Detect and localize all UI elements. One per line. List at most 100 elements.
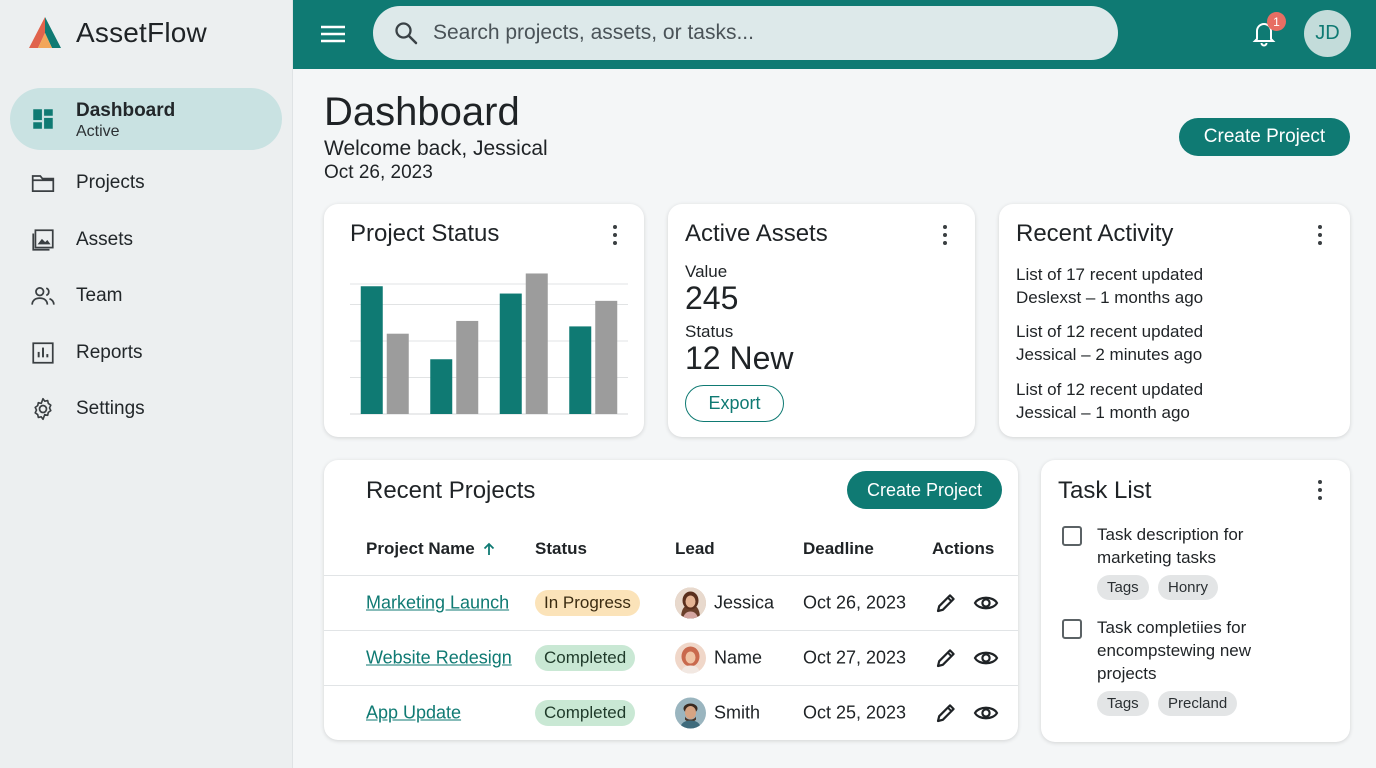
status-badge: Completed (535, 645, 636, 671)
export-button[interactable]: Export (685, 385, 784, 422)
more-options-icon[interactable] (940, 223, 950, 247)
table-row: Marketing Launch In Progress Jessica Oct… (324, 575, 1018, 630)
notification-count-badge: 1 (1267, 12, 1286, 31)
sidebar-item-label: Assets (76, 229, 134, 250)
lead-name: Name (714, 647, 763, 668)
sidebar-item-label: Settings (76, 398, 145, 419)
view-eye-icon[interactable] (973, 700, 999, 726)
chart-bar-1-series-2[interactable] (386, 333, 409, 414)
status-badge: In Progress (535, 590, 640, 616)
user-avatar[interactable]: JD (1304, 10, 1351, 57)
status-value: 12 New (685, 340, 794, 376)
hamburger-menu-icon[interactable] (319, 20, 347, 48)
column-header-lead[interactable]: Lead (675, 539, 715, 559)
column-header-actions: Actions (932, 539, 995, 558)
activity-text: List of 12 recent updated (1016, 322, 1204, 341)
activity-text: List of 17 recent updated (1016, 265, 1204, 284)
lead-avatar (675, 697, 706, 729)
task-checkbox[interactable] (1062, 619, 1082, 639)
sidebar-item-dashboard[interactable]: Dashboard Active (10, 88, 282, 150)
lead-avatar (675, 587, 706, 619)
folder-icon (31, 175, 55, 192)
task-tag[interactable]: Honry (1158, 575, 1219, 600)
sidebar-item-team[interactable]: Team (10, 265, 282, 327)
edit-pencil-icon[interactable] (933, 590, 959, 616)
chart-bar-3-series-2[interactable] (525, 273, 548, 414)
active-assets-card: Active Assets Value 245 Status 12 New Ex… (668, 204, 975, 437)
activity-text: List of 12 recent updated (1016, 380, 1204, 399)
sidebar-item-reports[interactable]: Reports (10, 322, 282, 384)
chart-bar-4-series-1[interactable] (569, 326, 592, 414)
activity-item[interactable]: List of 17 recent updated Deslexst – 1 m… (1016, 263, 1203, 309)
sidebar-item-sublabel: Active (76, 123, 120, 140)
card-title: Recent Projects (366, 477, 536, 504)
task-tag[interactable]: Tags (1097, 691, 1149, 716)
bar-chart-icon (32, 342, 54, 364)
task-text-line: projects (1097, 664, 1157, 683)
search-bar (373, 6, 1118, 60)
task-tag[interactable]: Precland (1158, 691, 1238, 716)
project-status-card: Project Status (324, 204, 644, 437)
brand[interactable]: AssetFlow (26, 14, 207, 52)
sidebar-item-assets[interactable]: Assets (10, 209, 282, 271)
sidebar-item-label: Reports (76, 342, 143, 363)
view-eye-icon[interactable] (973, 645, 999, 671)
dashboard-icon (33, 109, 53, 129)
chart-bar-2-series-2[interactable] (456, 320, 479, 414)
project-name-link[interactable]: Website Redesign (366, 648, 512, 669)
table-row: Website Redesign Completed Name Oct 27, … (324, 630, 1018, 685)
card-title: Recent Activity (1016, 220, 1174, 247)
image-gallery-icon (32, 229, 54, 251)
value-number: 245 (685, 280, 739, 316)
lead-avatar (675, 642, 706, 674)
task-tag[interactable]: Tags (1097, 575, 1149, 600)
activity-item[interactable]: List of 12 recent updated Jessical – 1 m… (1016, 378, 1203, 424)
app-name: AssetFlow (76, 17, 207, 48)
task-text-line: encompstewing new (1097, 641, 1252, 660)
chart-bar-3-series-1[interactable] (499, 293, 522, 414)
sidebar: AssetFlow Dashboard Active Projects Asse… (0, 0, 293, 768)
sidebar-item-label: Dashboard (76, 100, 176, 121)
chart-bar-4-series-2[interactable] (595, 300, 618, 414)
activity-meta: Jessical – 1 month ago (1016, 403, 1190, 422)
edit-pencil-icon[interactable] (933, 645, 959, 671)
deadline: Oct 25, 2023 (803, 702, 907, 723)
search-icon (395, 22, 418, 45)
project-name-link[interactable]: App Update (366, 703, 461, 724)
activity-meta: Jessical – 2 minutes ago (1016, 345, 1203, 364)
card-title: Active Assets (685, 220, 828, 247)
activity-item[interactable]: List of 12 recent updated Jessical – 2 m… (1016, 320, 1203, 366)
chart-bar-2-series-1[interactable] (430, 359, 453, 414)
column-header-project-name[interactable]: Project Name (366, 539, 497, 559)
sidebar-item-projects[interactable]: Projects (10, 152, 282, 214)
search-input[interactable] (433, 13, 1093, 53)
more-options-icon[interactable] (1315, 478, 1325, 502)
activity-meta: Deslexst – 1 months ago (1016, 288, 1204, 307)
project-name-link[interactable]: Marketing Launch (366, 593, 509, 614)
create-project-button[interactable]: Create Project (1179, 118, 1350, 156)
chart-bar-1-series-1[interactable] (360, 286, 383, 414)
team-icon (31, 287, 55, 305)
column-header-status[interactable]: Status (535, 539, 587, 559)
project-status-chart (350, 273, 628, 415)
task-list-card: Task List Task description for marketing… (1041, 460, 1350, 742)
more-options-icon[interactable] (1315, 223, 1325, 247)
task-description: Task completiies for encompstewing new p… (1097, 616, 1297, 685)
task-checkbox[interactable] (1062, 526, 1082, 546)
deadline: Oct 26, 2023 (803, 592, 907, 613)
edit-pencil-icon[interactable] (933, 700, 959, 726)
create-project-button[interactable]: Create Project (847, 471, 1002, 509)
task-text-line: marketing tasks (1097, 548, 1217, 567)
sidebar-item-label: Projects (76, 172, 145, 193)
sort-ascending-icon (483, 542, 494, 555)
sidebar-item-settings[interactable]: Settings (10, 378, 282, 440)
page-title: Dashboard (324, 90, 520, 134)
view-eye-icon[interactable] (973, 590, 999, 616)
top-app-bar: 1 JD (293, 0, 1376, 69)
column-header-deadline[interactable]: Deadline (803, 539, 874, 559)
recent-activity-card: Recent Activity List of 17 recent update… (999, 204, 1350, 437)
task-text-line: Task description for (1097, 525, 1244, 544)
task-text-line: Task completiies for (1097, 618, 1247, 637)
lead-name: Jessica (714, 592, 775, 613)
more-options-icon[interactable] (610, 223, 620, 247)
